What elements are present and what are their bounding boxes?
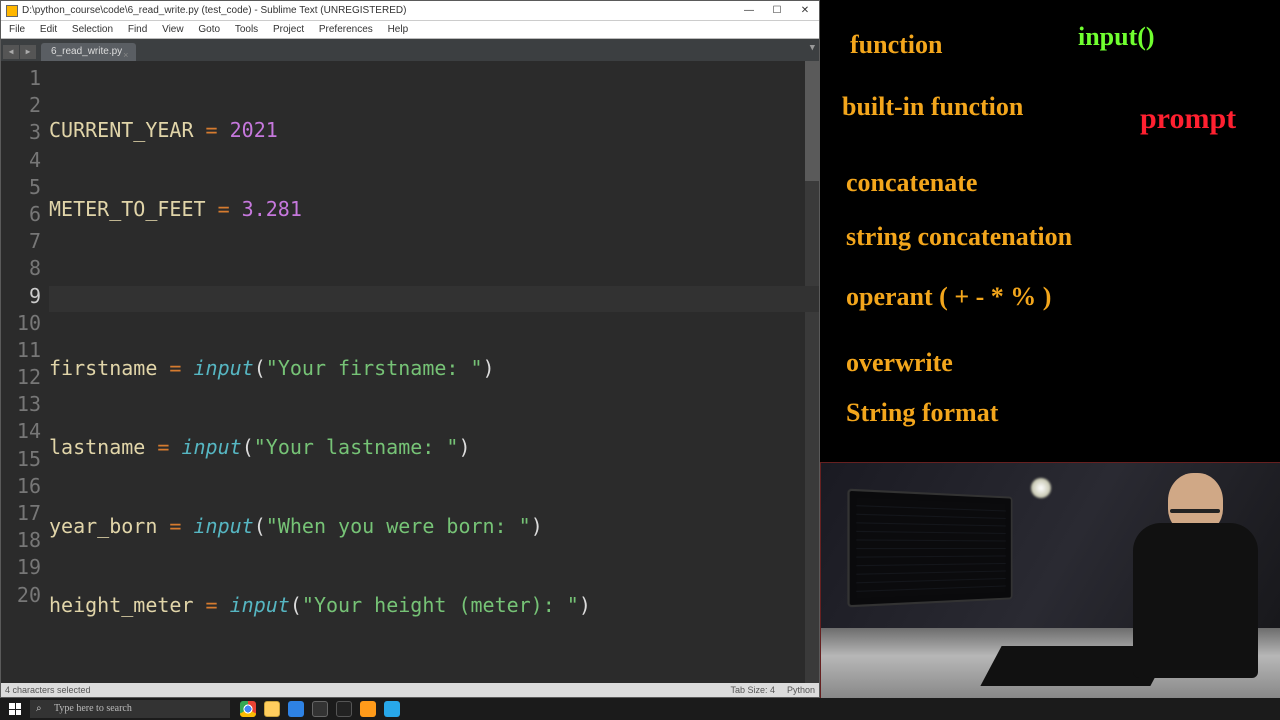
ln: 19 [5, 554, 41, 581]
taskbar-search[interactable]: Type here to search [30, 700, 230, 718]
status-syntax[interactable]: Python [787, 683, 815, 697]
ln: 8 [5, 255, 41, 282]
ln: 15 [5, 446, 41, 473]
menu-goto[interactable]: Goto [192, 24, 226, 35]
scrollbar[interactable] [805, 61, 819, 683]
ln: 3 [5, 119, 41, 146]
webcam-feed [820, 462, 1280, 698]
menu-preferences[interactable]: Preferences [313, 24, 379, 35]
menu-tools[interactable]: Tools [229, 24, 264, 35]
ln: 13 [5, 391, 41, 418]
start-button[interactable] [0, 698, 30, 720]
ln: 11 [5, 337, 41, 364]
ln: 4 [5, 147, 41, 174]
tab-label: 6_read_write.py [51, 46, 122, 57]
titlebar: D:\python_course\code\6_read_write.py (t… [1, 1, 819, 21]
maximize-button[interactable]: ☐ [763, 1, 791, 21]
menu-view[interactable]: View [156, 24, 190, 35]
tab-dropdown-icon[interactable]: ▼ [810, 43, 815, 53]
ln: 18 [5, 527, 41, 554]
note-strconcat: string concatenation [846, 222, 1072, 252]
taskbar-mail-icon[interactable] [288, 701, 304, 717]
window-title: D:\python_course\code\6_read_write.py (t… [22, 1, 406, 21]
status-tabsize[interactable]: Tab Size: 4 [730, 683, 787, 697]
gutter: 1 2 3 4 5 6 7 8 9 10 11 12 13 14 15 16 1… [1, 61, 49, 683]
taskbar-chrome-icon[interactable] [240, 701, 256, 717]
note-operant: operant ( + - * % ) [846, 282, 1051, 312]
webcam-lamp [1031, 478, 1051, 498]
menu-selection[interactable]: Selection [66, 24, 119, 35]
file-tab[interactable]: 6_read_write.py × [41, 43, 136, 61]
ln: 20 [5, 582, 41, 609]
note-builtin: built-in function [842, 92, 1023, 122]
statusbar: 4 characters selected Tab Size: 4 Python [1, 683, 819, 697]
windows-icon [9, 703, 21, 715]
note-overwrite: overwrite [846, 348, 953, 378]
tab-close-icon[interactable]: × [123, 46, 133, 56]
ln: 2 [5, 92, 41, 119]
ln: 14 [5, 418, 41, 445]
sublime-window: D:\python_course\code\6_read_write.py (t… [0, 0, 820, 698]
taskbar-edge-icon[interactable] [384, 701, 400, 717]
tab-row: ◀ ▶ 6_read_write.py × ▼ [1, 39, 819, 61]
code-area[interactable]: CURRENT_YEAR = 2021 METER_TO_FEET = 3.28… [49, 61, 805, 683]
close-button[interactable]: ✕ [791, 1, 819, 21]
note-input: input() [1078, 22, 1155, 52]
menubar: File Edit Selection Find View Goto Tools… [1, 21, 819, 39]
nav-back-icon[interactable]: ◀ [3, 45, 19, 59]
ln: 17 [5, 500, 41, 527]
note-function: function [850, 30, 942, 60]
ln: 16 [5, 473, 41, 500]
app-icon [6, 5, 18, 17]
ln: 7 [5, 228, 41, 255]
ln: 10 [5, 310, 41, 337]
taskbar-obs-icon[interactable] [312, 701, 328, 717]
taskbar-explorer-icon[interactable] [264, 701, 280, 717]
webcam-monitor [847, 489, 1012, 608]
whiteboard: function input() built-in function promp… [820, 0, 1280, 462]
note-stringformat: String format [846, 398, 998, 428]
note-prompt: prompt [1140, 102, 1236, 136]
ln: 1 [5, 65, 41, 92]
scrollbar-thumb[interactable] [805, 61, 819, 181]
webcam-person [1125, 473, 1265, 698]
taskbar: Type here to search [0, 698, 1280, 720]
ln: 6 [5, 201, 41, 228]
ln: 5 [5, 174, 41, 201]
ln: 12 [5, 364, 41, 391]
menu-project[interactable]: Project [267, 24, 310, 35]
status-left: 4 characters selected [5, 683, 730, 697]
ln: 9 [5, 283, 41, 310]
menu-edit[interactable]: Edit [34, 24, 63, 35]
editor[interactable]: 1 2 3 4 5 6 7 8 9 10 11 12 13 14 15 16 1… [1, 61, 819, 683]
taskbar-terminal-icon[interactable] [336, 701, 352, 717]
taskbar-sublime-icon[interactable] [360, 701, 376, 717]
menu-help[interactable]: Help [382, 24, 415, 35]
menu-file[interactable]: File [3, 24, 31, 35]
nav-fwd-icon[interactable]: ▶ [20, 45, 36, 59]
minimize-button[interactable]: — [735, 1, 763, 21]
menu-find[interactable]: Find [122, 24, 153, 35]
note-concat: concatenate [846, 168, 977, 198]
